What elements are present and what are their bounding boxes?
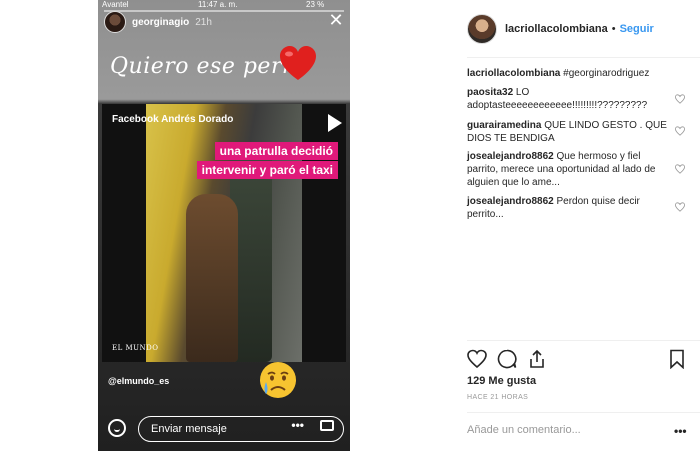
- story-header: georginagio 21h: [104, 11, 212, 33]
- message-bar: Enviar mensaje •••: [104, 414, 344, 446]
- close-icon[interactable]: ✕: [328, 11, 344, 29]
- comment-item: paosita32 LO adoptasteeeeeeeeeeee!!!!!!!…: [467, 86, 667, 112]
- carrier-label: Avantel: [102, 0, 129, 9]
- comment-item: josealejandro8862 Perdon quise decir per…: [467, 195, 667, 221]
- comment-item: guarairamedina QUE LINDO GESTO . QUE DIO…: [467, 119, 667, 145]
- post-timestamp[interactable]: HACE 21 HORAS: [467, 394, 528, 401]
- share-icon[interactable]: [527, 349, 547, 369]
- caption-username[interactable]: lacriollacolombiana: [467, 68, 560, 79]
- post-header: lacriollacolombiana • Seguir: [467, 14, 654, 44]
- follow-button[interactable]: Seguir: [620, 23, 654, 35]
- like-heart-icon[interactable]: [467, 349, 487, 369]
- divider: [467, 412, 700, 413]
- status-bar: Avantel 11:47 a. m. 23 %: [98, 0, 350, 10]
- red-heart-icon: [280, 46, 316, 80]
- avatar[interactable]: [467, 14, 497, 44]
- like-comment-heart-icon[interactable]: [675, 126, 685, 136]
- dog-figure: [186, 194, 238, 362]
- add-comment-input[interactable]: Añade un comentario...: [467, 424, 581, 436]
- comment-item: josealejandro8862 Que hermoso y fiel par…: [467, 150, 667, 189]
- post-caption: lacriollacolombiana #georginarodriguez: [467, 68, 649, 79]
- camera-icon[interactable]: [320, 420, 334, 431]
- clock-label: 11:47 a. m.: [198, 0, 238, 9]
- caption-hashtag[interactable]: #georginarodriguez: [563, 68, 649, 79]
- smiley-camera-icon[interactable]: [108, 419, 126, 437]
- divider: [467, 57, 700, 58]
- publisher-logo: EL MUNDO: [112, 344, 159, 352]
- comment-username[interactable]: guarairamedina: [467, 120, 541, 131]
- comment-username[interactable]: paosita32: [467, 87, 513, 98]
- story-username[interactable]: georginagio: [132, 17, 189, 28]
- embedded-video[interactable]: Facebook Andrés Dorado una patrulla deci…: [102, 104, 346, 362]
- crying-face-icon: [260, 362, 296, 398]
- post-username[interactable]: lacriollacolombiana: [505, 23, 608, 35]
- more-options-icon[interactable]: •••: [674, 424, 687, 438]
- story-age: 21h: [195, 16, 212, 28]
- story-screenshot: Avantel 11:47 a. m. 23 % georginagio 21h…: [98, 0, 350, 451]
- comment-username[interactable]: josealejandro8862: [467, 151, 554, 162]
- play-icon[interactable]: [328, 114, 342, 132]
- battery-label: 23 %: [306, 0, 325, 9]
- message-input[interactable]: Enviar mensaje: [138, 416, 344, 442]
- likes-count[interactable]: 129 Me gusta: [467, 375, 536, 387]
- comment-bubble-icon[interactable]: [497, 349, 517, 369]
- bookmark-icon[interactable]: [669, 349, 685, 369]
- more-options-icon[interactable]: •••: [291, 418, 304, 432]
- banner-line-2: intervenir y paró el taxi: [196, 161, 338, 179]
- like-comment-heart-icon[interactable]: [675, 202, 685, 212]
- like-comment-heart-icon[interactable]: [675, 164, 685, 174]
- divider: [467, 340, 700, 341]
- separator-dot: •: [611, 23, 616, 35]
- like-comment-heart-icon[interactable]: [675, 94, 685, 104]
- mention-sticker[interactable]: @elmundo_es: [108, 376, 169, 386]
- video-source-label: Facebook Andrés Dorado: [112, 114, 234, 125]
- comment-username[interactable]: josealejandro8862: [467, 196, 554, 207]
- story-avatar[interactable]: [104, 11, 126, 33]
- banner-line-1: una patrulla decidió: [214, 142, 338, 160]
